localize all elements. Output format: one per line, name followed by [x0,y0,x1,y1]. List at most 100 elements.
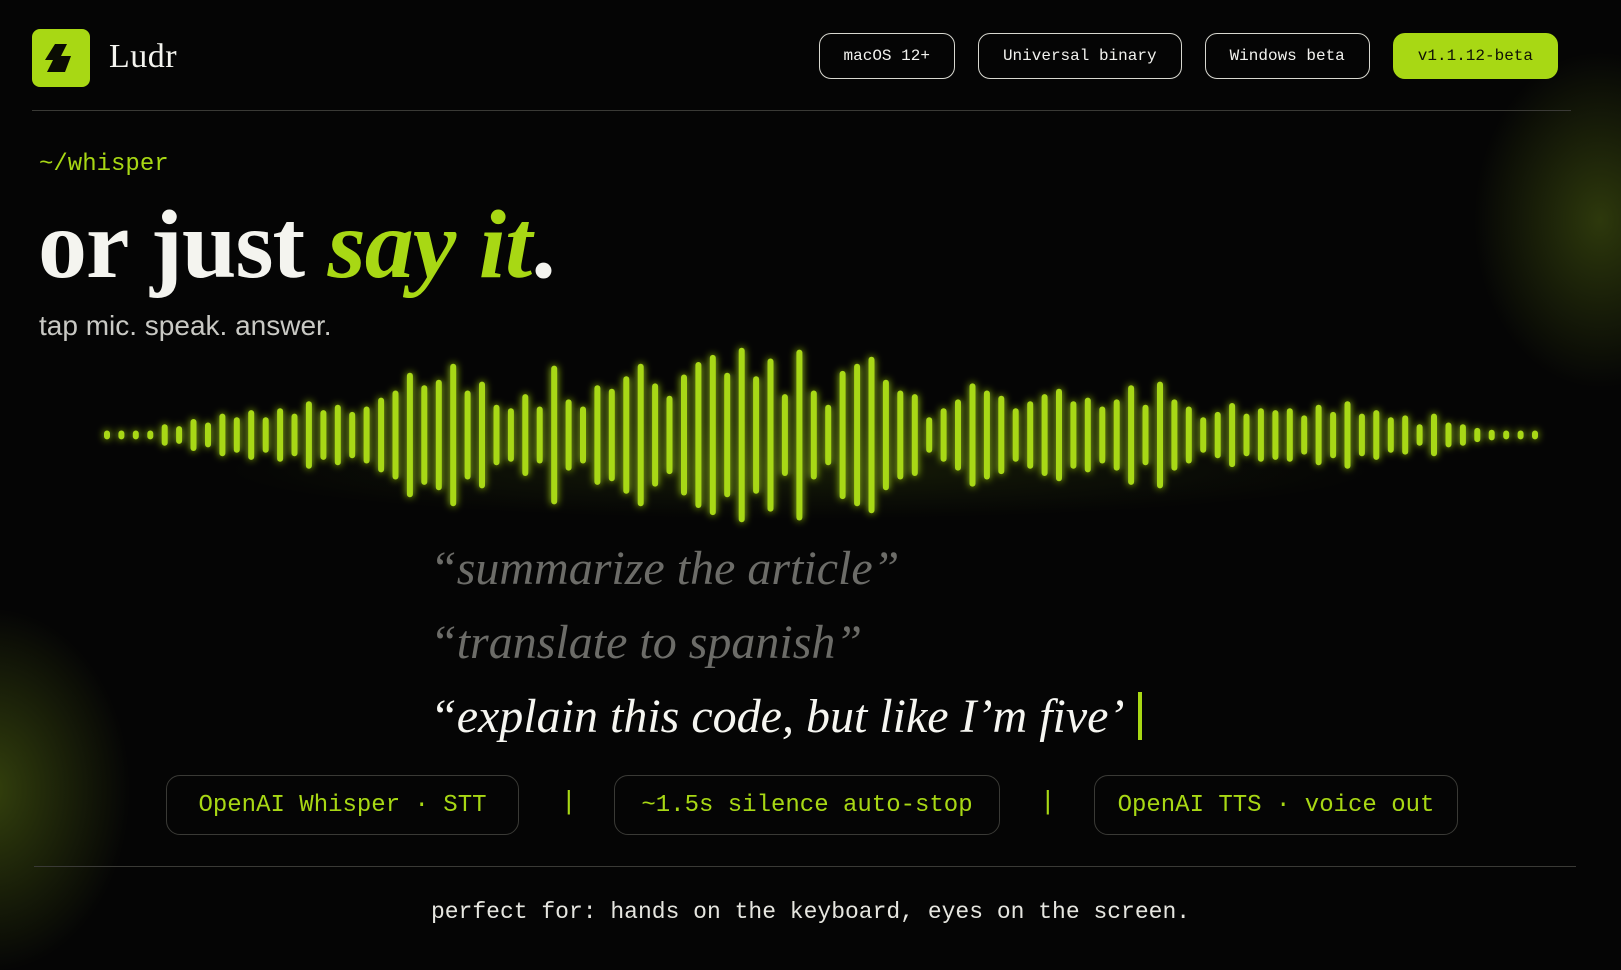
badge-version[interactable]: v1.1.12-beta [1392,33,1558,79]
badge-universal-binary[interactable]: Universal binary [977,33,1182,79]
waveform-bar [1142,404,1149,466]
platform-badges: macOS 12+ Universal binary Windows beta … [818,33,1558,79]
waveform-bar [1099,406,1106,464]
waveform-bar [1503,430,1510,440]
waveform-bar [594,385,601,485]
waveform-bar [435,379,442,491]
waveform-bar [854,363,861,507]
waveform-bar [507,408,514,462]
waveform-bar [291,413,298,457]
text-cursor [1138,692,1143,740]
badge-windows-beta[interactable]: Windows beta [1204,33,1370,79]
waveform-bar [1358,413,1365,457]
page-title: or just say it. [38,196,556,294]
waveform-bar [983,390,990,480]
waveform-bar [1532,430,1538,440]
feature-separator: | [1040,787,1056,817]
waveform-bar [176,426,183,444]
waveform-bar [334,404,341,466]
lightning-bolt-icon [45,44,71,72]
waveform-bar [1012,408,1019,462]
waveform-bar [781,394,788,476]
brand-logo[interactable] [32,29,90,87]
waveform-bar [1229,403,1236,468]
waveform-bar [709,354,716,516]
waveform-bar [882,379,889,491]
waveform-bar [205,422,211,448]
waveform-bar [1257,408,1264,462]
waveform-bar [1200,417,1207,453]
voice-prompts: “summarize the article” “translate to sp… [430,532,1143,754]
waveform-bar [623,376,630,494]
waveform-bar [753,376,760,494]
waveform-bar [421,385,428,485]
waveform-bar [1286,408,1293,462]
waveform-bar [104,430,110,440]
waveform-bar [580,406,586,464]
waveform-bar [248,410,255,460]
feature-silence-auto-stop: ~1.5s silence auto-stop [614,775,1000,835]
waveform-bar [1330,411,1337,459]
waveform-bar [940,408,947,462]
waveform-bar [378,397,385,473]
waveform-bar [536,406,543,464]
waveform-bar [637,363,644,507]
waveform-bar [1070,401,1077,469]
waveform-bar [363,406,370,464]
waveform-bar [1243,413,1250,457]
waveform-bar [1171,399,1178,471]
waveform-bar [1027,401,1034,469]
feature-separator: | [561,787,577,817]
tagline: perfect for: hands on the keyboard, eyes… [430,899,1191,925]
waveform-bar [1416,424,1423,446]
section-path: ~/whisper [39,151,169,178]
page: Ludr macOS 12+ Universal binary Windows … [0,0,1621,970]
prompt-active-text: “explain this code, but like I’m five’ [430,690,1125,743]
waveform-bar [1185,406,1192,464]
badge-macos[interactable]: macOS 12+ [818,33,955,79]
headline-end: . [531,191,555,299]
waveform-bar [1301,415,1308,455]
waveform-bar [132,430,139,440]
waveform-bar [219,413,226,457]
waveform-bar [262,417,269,453]
waveform-bar [551,365,558,505]
waveform-bar [1214,411,1221,459]
feature-tts-voice-out: OpenAI TTS · voice out [1094,775,1458,835]
waveform-bar [1041,394,1048,476]
waveform-bar [825,404,832,466]
waveform-bar [277,408,284,462]
waveform-bar [161,424,168,446]
waveform-bar [1459,424,1466,446]
waveform-bar [955,399,961,471]
waveform-bar [565,399,572,471]
waveform-bar [681,374,687,496]
waveform-bar [493,404,500,466]
waveform-bar [1373,410,1380,460]
prompt-active: “explain this code, but like I’m five’ [430,680,1143,754]
waveform-bar [1474,427,1481,443]
waveform-bar [1344,401,1351,469]
waveform-bar [1084,397,1091,473]
waveform-bar [796,349,803,521]
waveform-bar [998,395,1005,475]
waveform-bar [406,372,413,498]
waveform-bar [897,390,904,480]
header-divider [32,110,1571,111]
waveform-bar [147,430,154,440]
waveform-bar [1315,404,1322,466]
brand-name: Ludr [109,38,178,75]
waveform-bar [1157,381,1163,489]
waveform-bar [1402,415,1409,455]
waveform-bar [464,390,471,480]
waveform-bar [911,394,918,476]
waveform-bar [666,395,673,475]
waveform-bar [767,358,774,512]
feature-pills: OpenAI Whisper · STT | ~1.5s silence aut… [0,775,1621,835]
waveform-bar [1056,388,1062,482]
waveform-bar [1128,385,1135,485]
footer-divider [34,866,1576,867]
waveform-bar [695,362,702,508]
prompt-example: “translate to spanish” [430,616,863,669]
waveform-bar [1431,413,1437,457]
